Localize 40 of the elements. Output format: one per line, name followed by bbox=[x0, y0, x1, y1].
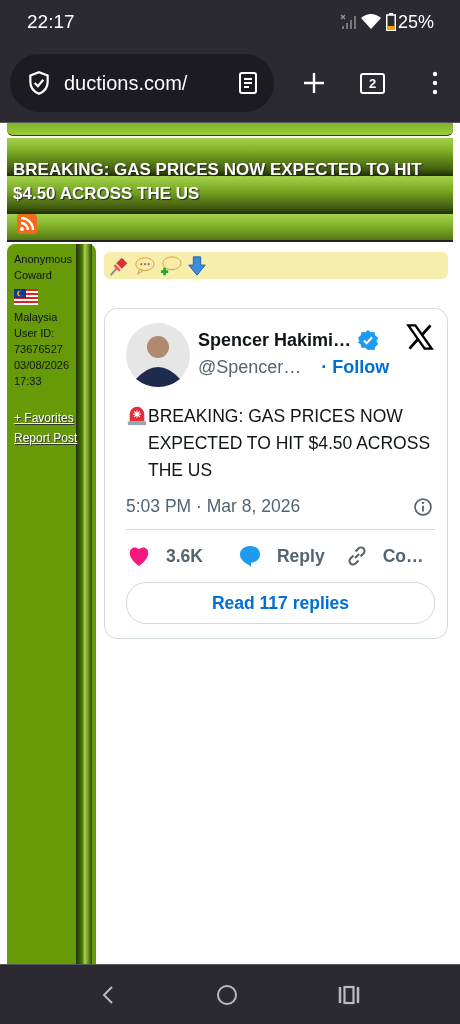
down-arrow-icon[interactable] bbox=[186, 254, 208, 277]
back-icon[interactable] bbox=[100, 984, 116, 1005]
url-text: ductions.com/ bbox=[63, 71, 189, 95]
avatar bbox=[126, 323, 190, 387]
clock-time: 22:17 bbox=[27, 11, 75, 33]
sidebar-link[interactable]: Report Post bbox=[14, 431, 78, 445]
new-tab-icon[interactable] bbox=[302, 71, 326, 95]
verified-badge-icon bbox=[357, 329, 380, 351]
bubble-plus-icon[interactable] bbox=[160, 254, 182, 277]
reader-view-icon[interactable] bbox=[238, 71, 258, 95]
rss-icon[interactable] bbox=[17, 214, 37, 234]
menu-icon[interactable] bbox=[432, 71, 438, 95]
sidebar-link[interactable]: + Favorites bbox=[14, 411, 74, 425]
like-count: 3.6K bbox=[166, 545, 203, 567]
recent-apps-icon[interactable] bbox=[338, 984, 360, 1005]
account-name: Spencer Hakimi… bbox=[198, 329, 352, 351]
tab-count-button[interactable]: 2 bbox=[360, 72, 385, 94]
battery-icon bbox=[385, 13, 396, 31]
reply-link[interactable]: Reply bbox=[276, 545, 325, 567]
tweet-text: BREAKING: GAS PRICES NOW EXPECTED TO HIT $4.50 ACROSS THE US bbox=[148, 405, 431, 482]
thread-title: BREAKING: GAS PRICES NOW EXPECTED TO HIT $4.50 ACROSS THE US bbox=[13, 159, 423, 205]
account-handle: @Spencer… bbox=[198, 357, 302, 378]
wifi-icon bbox=[360, 14, 381, 30]
address-bar[interactable]: ductions.com/ bbox=[10, 54, 274, 112]
user-id: User ID: 73676527 bbox=[14, 326, 64, 357]
info-icon[interactable] bbox=[413, 496, 433, 517]
shield-icon[interactable] bbox=[26, 70, 52, 96]
username: Anonymous Coward bbox=[14, 252, 74, 283]
country-name: Malaysia bbox=[14, 310, 59, 325]
flag-icon bbox=[14, 289, 38, 305]
signal-icon bbox=[339, 14, 356, 30]
post-date: 03/08/2026 17:33 bbox=[14, 358, 71, 389]
home-icon[interactable] bbox=[216, 983, 238, 1006]
copy-link[interactable]: Co… bbox=[382, 545, 424, 567]
read-replies-button[interactable]: Read 117 replies bbox=[126, 582, 435, 624]
siren-icon bbox=[126, 404, 148, 426]
battery-percent: 25% bbox=[397, 11, 434, 33]
tweet-timestamp: 5:03 PM · Mar 8, 2026 bbox=[126, 496, 301, 517]
follow-link[interactable]: · Follow bbox=[321, 357, 390, 378]
x-logo-icon[interactable] bbox=[405, 323, 435, 351]
